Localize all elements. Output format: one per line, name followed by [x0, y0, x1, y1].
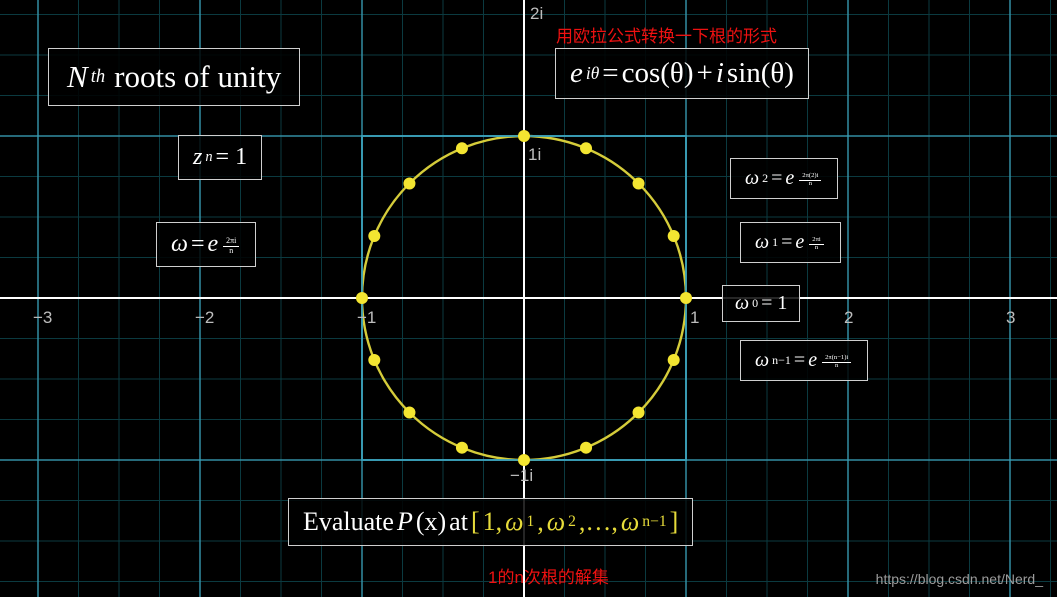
omega-e: e	[208, 231, 219, 258]
eval-p1: 1	[526, 513, 534, 531]
ytick-1i: 1i	[528, 145, 541, 165]
formula-evaluate-polynomial: Evaluate P (x) at [ 1, ω 1 , ω 2 ,…, ω n…	[288, 498, 693, 546]
eval-lb: [	[471, 507, 480, 537]
euler-exp: iθ	[586, 63, 599, 84]
xtick-n1: −1	[357, 308, 376, 328]
w2-p: 2	[762, 171, 768, 186]
w2-exp: 2π(2)i n	[797, 169, 823, 189]
w1-w: ω	[755, 231, 769, 254]
omega-exp: 2πi n	[221, 234, 241, 255]
eval-w2: ω	[547, 507, 565, 537]
eval-c1: ,	[537, 507, 544, 537]
eval-w1: ω	[505, 507, 523, 537]
eval-p2: 2	[568, 513, 576, 531]
xtick-n3: −3	[33, 308, 52, 328]
wn1-den: n	[832, 363, 841, 370]
w1-den: n	[812, 245, 821, 252]
wn1-e: e	[808, 349, 817, 372]
zn-z: z	[193, 144, 202, 171]
omega-den: n	[226, 247, 236, 255]
euler-i: i	[716, 57, 724, 90]
w1-e: e	[795, 231, 804, 254]
w2-eq: =	[771, 167, 782, 190]
title-N: N	[67, 59, 88, 95]
xtick-1: 1	[690, 308, 699, 328]
eval-pn: n−1	[642, 513, 666, 531]
formula-omega-n-1: ω n−1 = e 2π(n−1)i n	[740, 340, 868, 381]
eval-x: (x)	[416, 507, 446, 537]
w2-den: n	[806, 181, 815, 188]
ytick-2i: 2i	[530, 4, 543, 24]
eval-1: 1,	[483, 507, 503, 537]
w2-e: e	[785, 167, 794, 190]
formula-zn-eq-1: z n = 1	[178, 135, 262, 180]
title-text: roots of unity	[114, 59, 281, 95]
xtick-2: 2	[844, 308, 853, 328]
watermark: https://blog.csdn.net/Nerd_	[876, 571, 1043, 587]
formula-omega-1: ω 1 = e 2πi n	[740, 222, 841, 263]
note-top: 用欧拉公式转换一下根的形式	[556, 22, 777, 47]
euler-plus: +	[696, 57, 712, 90]
title-th: th	[91, 66, 105, 88]
zn-eq: = 1	[216, 144, 248, 171]
note-bottom: 1的n次根的解集	[488, 563, 609, 588]
euler-eq: =	[602, 57, 618, 90]
w2-w: ω	[745, 167, 759, 190]
wn1-p: n−1	[772, 353, 791, 368]
euler-e: e	[570, 57, 583, 90]
diagram-stage: { "title_box": { "N": "N", "th": "th", "…	[0, 0, 1057, 597]
xtick-3: 3	[1006, 308, 1015, 328]
title-roots-of-unity: N th roots of unity	[48, 48, 300, 106]
w1-p: 1	[772, 235, 778, 250]
formula-omega-0: ω 0 = 1	[722, 285, 800, 322]
w1-exp: 2πi n	[807, 233, 825, 253]
w0-eq: = 1	[761, 292, 787, 315]
eval-P: P	[397, 507, 413, 537]
xtick-n2: −2	[195, 308, 214, 328]
eval-c2: ,…,	[579, 507, 618, 537]
wn1-exp: 2π(n−1)i n	[820, 351, 853, 371]
euler-sin: sin(θ)	[727, 57, 794, 90]
w0-w: ω	[735, 292, 749, 315]
w1-eq: =	[781, 231, 792, 254]
omega-eq: =	[191, 231, 205, 258]
eval-at: at	[449, 507, 468, 537]
eval-rb: ]	[670, 507, 679, 537]
formula-euler: e iθ = cos(θ) + i sin(θ)	[555, 48, 809, 99]
wn1-w: ω	[755, 349, 769, 372]
w0-p: 0	[752, 296, 758, 311]
eval-wn: ω	[621, 507, 639, 537]
formula-omega-2: ω 2 = e 2π(2)i n	[730, 158, 838, 199]
wn1-eq: =	[794, 349, 805, 372]
zn-n: n	[205, 149, 212, 166]
euler-cos: cos(θ)	[622, 57, 694, 90]
formula-omega-def: ω = e 2πi n	[156, 222, 256, 267]
omega-w: ω	[171, 231, 188, 258]
eval-pre: Evaluate	[303, 507, 394, 537]
ytick-n1i: −1i	[510, 466, 533, 486]
